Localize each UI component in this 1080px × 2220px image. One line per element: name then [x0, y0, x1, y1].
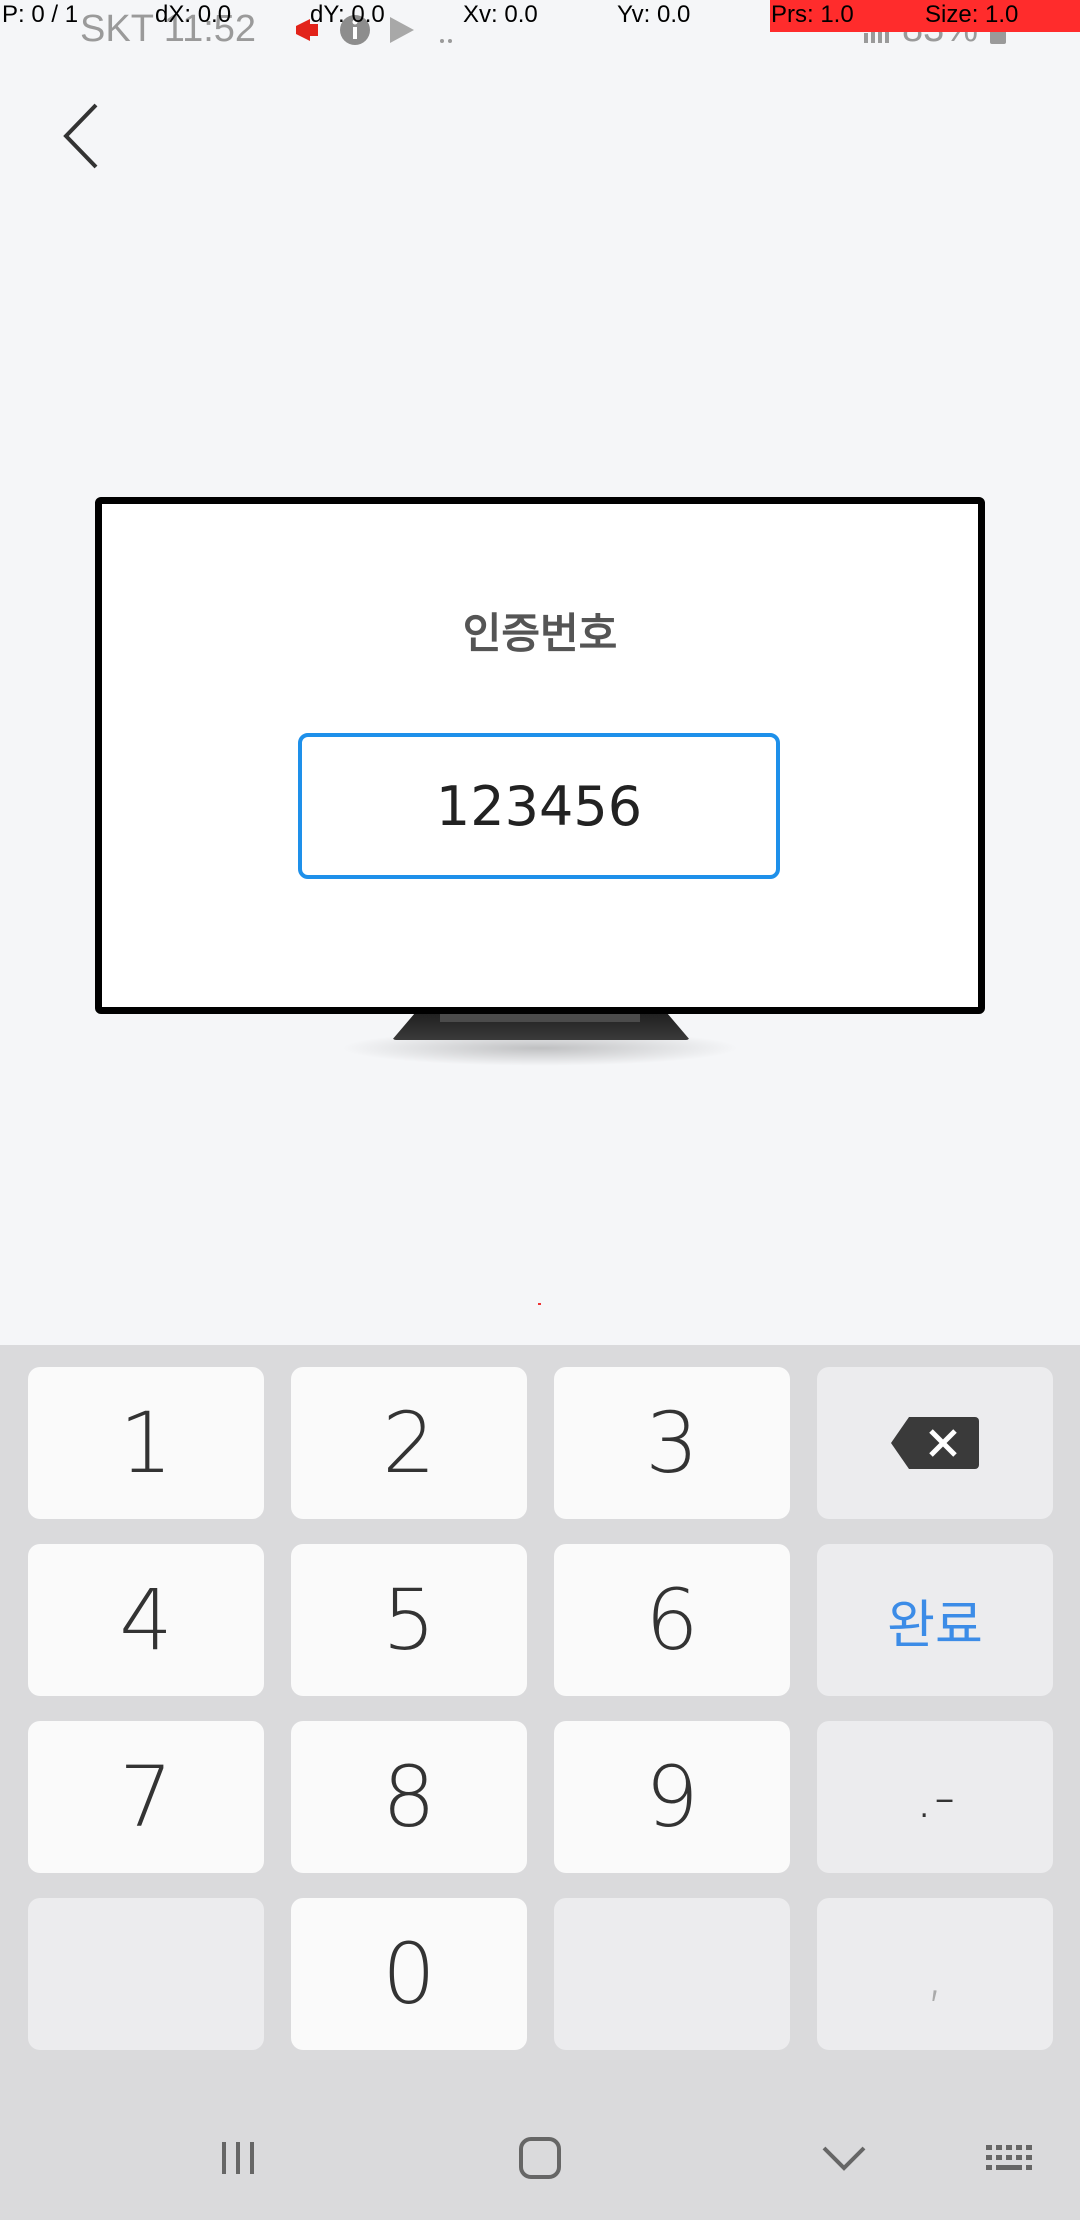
backspace-key[interactable]: [817, 1367, 1053, 1519]
chevron-down-icon: [822, 2146, 866, 2171]
numeric-keypad: 1 2 3 4 5 6 완료 7 8 9 .- 0 ,: [0, 1345, 1080, 2220]
system-navigation-bar: [0, 2095, 1080, 2220]
key-3[interactable]: 3: [554, 1367, 790, 1519]
blank-key-left[interactable]: [28, 1898, 264, 2050]
touch-point-marker: [538, 1303, 541, 1305]
back-button[interactable]: [50, 96, 114, 176]
overlay-dy: dY: 0.0: [310, 1, 385, 28]
key-0[interactable]: 0: [291, 1898, 527, 2050]
home-button[interactable]: [480, 2095, 600, 2220]
overlay-prs: Prs: 1.0: [771, 1, 854, 28]
chevron-left-icon: [63, 103, 98, 169]
overlay-size: Size: 1.0: [925, 1, 1019, 28]
key-4[interactable]: 4: [28, 1544, 264, 1696]
key-5[interactable]: 5: [291, 1544, 527, 1696]
hide-keyboard-button[interactable]: [784, 2095, 904, 2220]
overlay-xv: Xv: 0.0: [463, 1, 538, 28]
key-8[interactable]: 8: [291, 1721, 527, 1873]
key-6[interactable]: 6: [554, 1544, 790, 1696]
key-2[interactable]: 2: [291, 1367, 527, 1519]
overlay-dx: dX: 0.0: [155, 1, 232, 28]
code-label: 인증번호: [462, 609, 618, 658]
overlay-pointer-count: P: 0 / 1: [2, 1, 79, 28]
key-1[interactable]: 1: [28, 1367, 264, 1519]
blank-key-right[interactable]: [554, 1898, 790, 2050]
pointer-location-overlay: P: 0 / 1 dX: 0.0 dY: 0.0 Xv: 0.0 Yv: 0.0…: [0, 0, 1080, 32]
recent-apps-button[interactable]: [178, 2095, 298, 2220]
comma-key[interactable]: ,: [817, 1898, 1053, 2050]
key-9[interactable]: 9: [554, 1721, 790, 1873]
home-icon: [519, 2136, 561, 2179]
keyboard-switch-button[interactable]: [950, 2095, 1070, 2220]
backspace-icon: [891, 1417, 979, 1469]
recent-apps-icon: [222, 2141, 254, 2174]
dot-dash-key[interactable]: .-: [817, 1721, 1053, 1873]
keyboard-icon: [986, 2144, 1032, 2170]
verification-code-input[interactable]: 123456: [298, 733, 780, 879]
overlay-yv: Yv: 0.0: [617, 1, 691, 28]
key-7[interactable]: 7: [28, 1721, 264, 1873]
done-key[interactable]: 완료: [817, 1544, 1053, 1696]
